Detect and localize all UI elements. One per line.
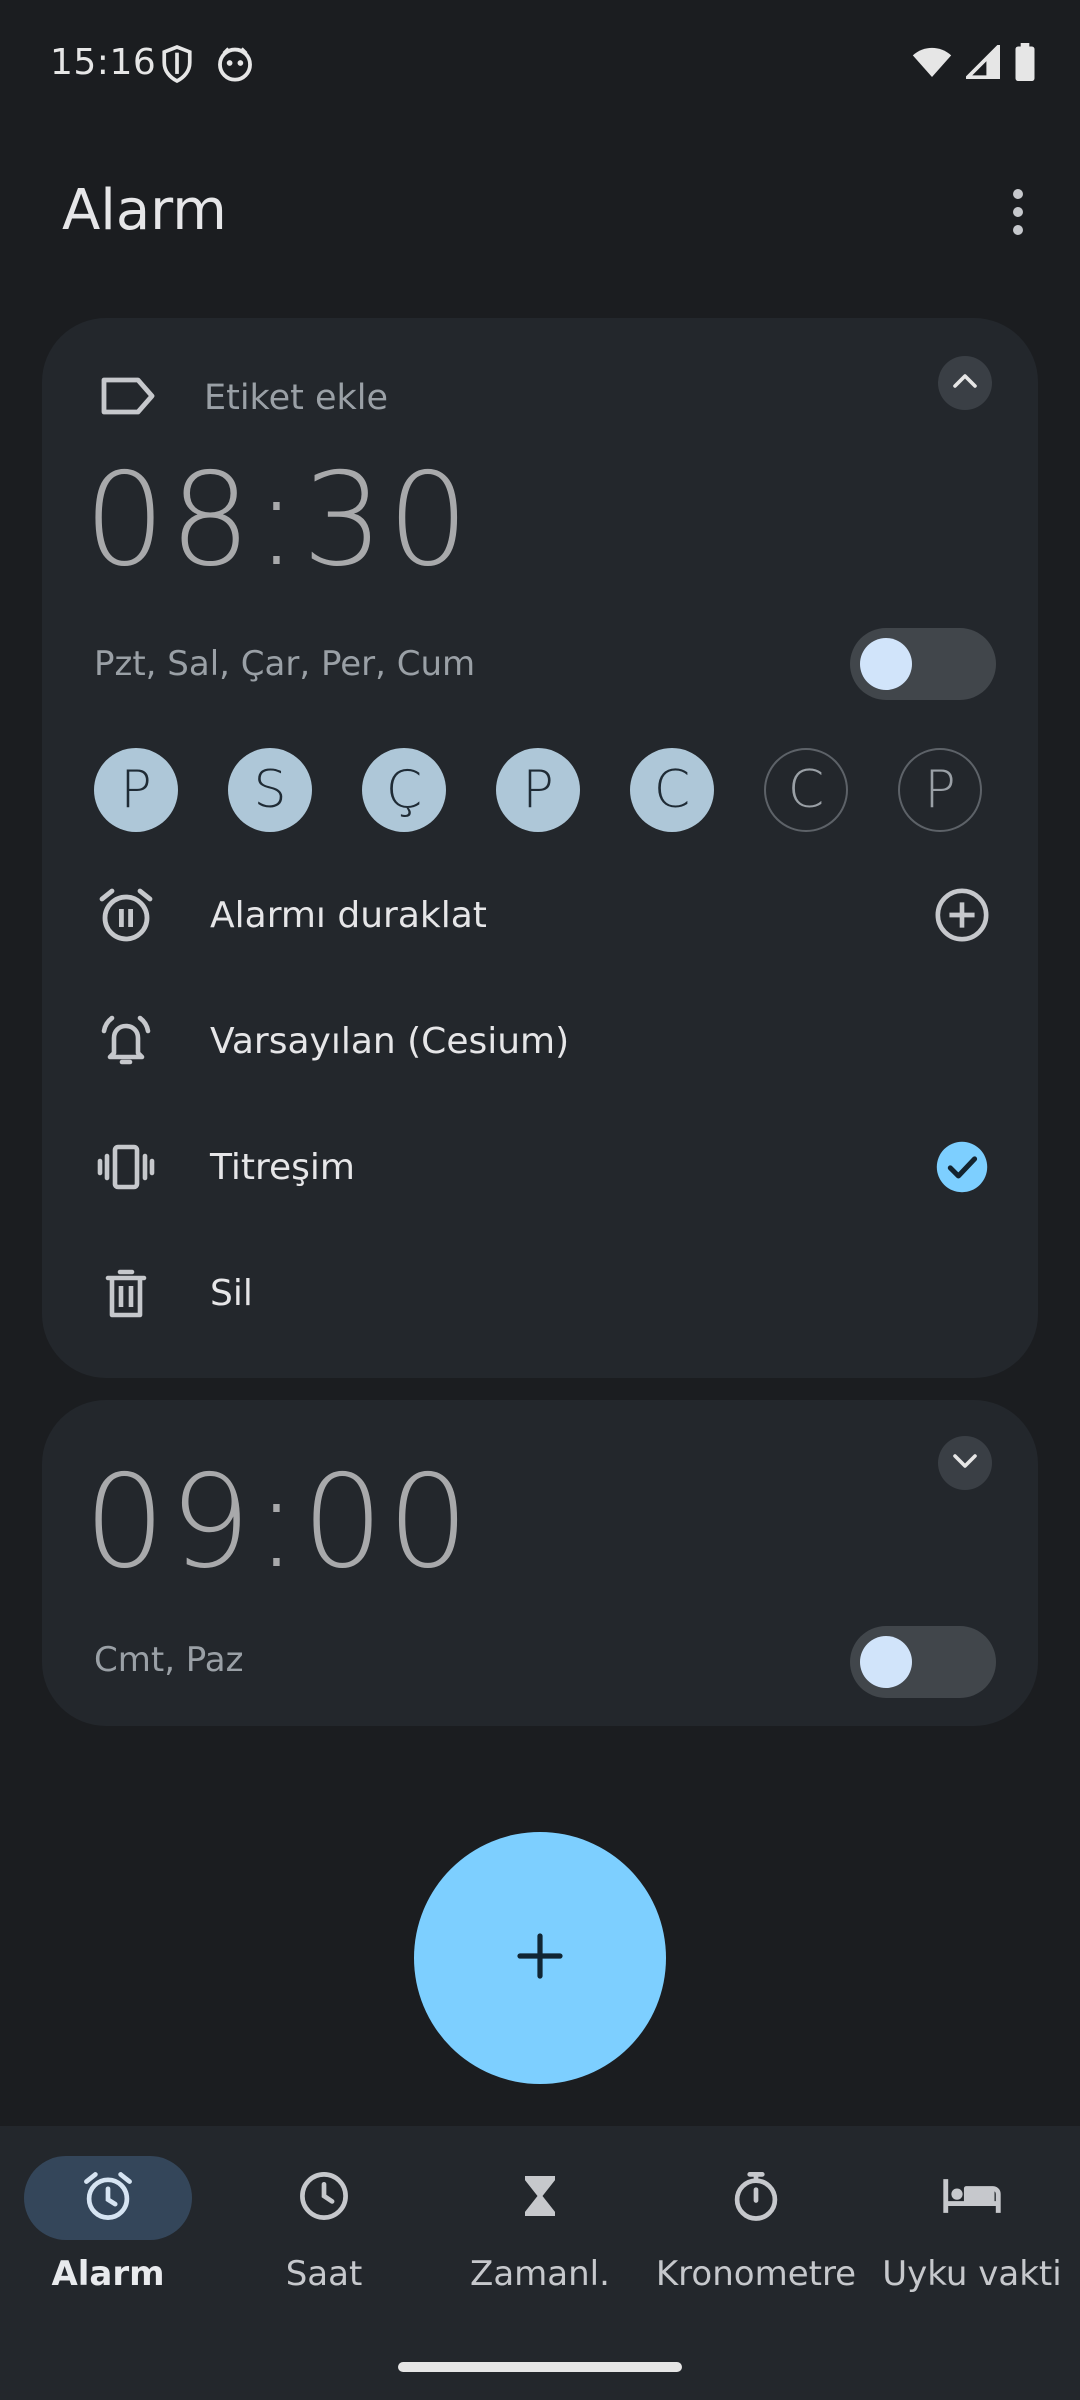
add-circle-icon[interactable] (930, 883, 994, 947)
day-toggle-tue[interactable]: S (228, 748, 312, 832)
face-icon (216, 44, 254, 86)
signal-icon (963, 42, 1001, 83)
battery-icon (1014, 43, 1036, 85)
bed-icon (942, 2173, 1002, 2223)
label-row[interactable]: Etiket ekle (100, 358, 388, 438)
day-toggle-wed[interactable]: Ç (362, 748, 446, 832)
clock-icon (297, 2169, 351, 2227)
day-toggle-sat[interactable]: C (764, 748, 848, 832)
delete-option[interactable]: Sil (94, 1248, 994, 1338)
toggle-knob (860, 638, 912, 690)
nav-pill (456, 2156, 624, 2240)
day-toggle-fri[interactable]: C (630, 748, 714, 832)
snooze-option[interactable]: Alarmı duraklat (94, 870, 994, 960)
ringtone-label: Varsayılan (Cesium) (210, 1020, 570, 1062)
add-alarm-button[interactable] (414, 1832, 666, 2084)
nav-tab-stopwatch[interactable]: Kronometre (648, 2156, 864, 2326)
status-time: 15:16 (50, 42, 157, 83)
home-indicator[interactable] (398, 2362, 682, 2372)
nav-tab-alarm[interactable]: Alarm (0, 2156, 216, 2326)
nav-label: Alarm (51, 2254, 165, 2294)
hourglass-icon (515, 2171, 565, 2225)
stopwatch-icon (729, 2169, 783, 2227)
collapse-button[interactable] (938, 356, 992, 410)
nav-label: Zamanl. (470, 2254, 610, 2294)
day-toggle-sun[interactable]: P (898, 748, 982, 832)
chevron-down-icon (951, 1451, 979, 1475)
more-vert-icon[interactable] (998, 182, 1038, 242)
alarm-card[interactable]: Etiket ekle 08:30 Pzt, Sal, Çar, Per, Cu… (42, 318, 1038, 1378)
status-bar: 15:16 (0, 0, 1080, 130)
nav-pill (672, 2156, 840, 2240)
alarm-toggle[interactable] (850, 628, 996, 700)
trash-icon (94, 1261, 158, 1325)
days-summary: Pzt, Sal, Çar, Per, Cum (94, 644, 476, 684)
label-icon (100, 376, 156, 420)
nav-label: Kronometre (655, 2254, 857, 2294)
nav-label: Uyku vakti (882, 2254, 1062, 2294)
nav-tab-clock[interactable]: Saat (216, 2156, 432, 2326)
bottom-navigation: Alarm Saat Zamanl. Kronometre Uyku vakti (0, 2126, 1080, 2400)
nav-tab-timer[interactable]: Zamanl. (432, 2156, 648, 2326)
toggle-knob (860, 1636, 912, 1688)
page-title: Alarm (62, 178, 227, 243)
wifi-icon (912, 45, 952, 83)
alarm-toggle[interactable] (850, 1626, 996, 1698)
plus-icon (516, 1932, 564, 1984)
nav-tab-bedtime[interactable]: Uyku vakti (864, 2156, 1080, 2326)
nav-pill (888, 2156, 1056, 2240)
day-selector: P S Ç P C C P (94, 748, 994, 832)
alarm-time[interactable]: 08:30 (84, 446, 473, 595)
nav-pill (24, 2156, 192, 2240)
shield-icon (160, 44, 194, 88)
expand-button[interactable] (938, 1436, 992, 1490)
chevron-up-icon (951, 371, 979, 395)
bell-icon (94, 1009, 158, 1073)
status-icons (912, 42, 1036, 85)
vibrate-icon (94, 1135, 158, 1199)
ringtone-option[interactable]: Varsayılan (Cesium) (94, 996, 994, 1086)
nav-label: Saat (285, 2254, 363, 2294)
alarm-icon (81, 2169, 135, 2227)
alarm-card[interactable]: 09:00 Cmt, Paz (42, 1400, 1038, 1726)
snooze-label: Alarmı duraklat (210, 894, 487, 936)
vibrate-label: Titreşim (210, 1146, 355, 1188)
alarm-time[interactable]: 09:00 (84, 1448, 473, 1597)
label-placeholder: Etiket ekle (204, 378, 389, 418)
clock-app-screen: 15:16 Alarm Etiket ekle 08:30 Pzt, Sal, … (0, 0, 1080, 2400)
day-toggle-thu[interactable]: P (496, 748, 580, 832)
snooze-icon (94, 883, 158, 947)
day-toggle-mon[interactable]: P (94, 748, 178, 832)
vibrate-checkbox[interactable] (930, 1135, 994, 1199)
days-summary: Cmt, Paz (94, 1640, 244, 1680)
vibrate-option[interactable]: Titreşim (94, 1122, 994, 1212)
delete-label: Sil (210, 1272, 253, 1314)
nav-pill (240, 2156, 408, 2240)
